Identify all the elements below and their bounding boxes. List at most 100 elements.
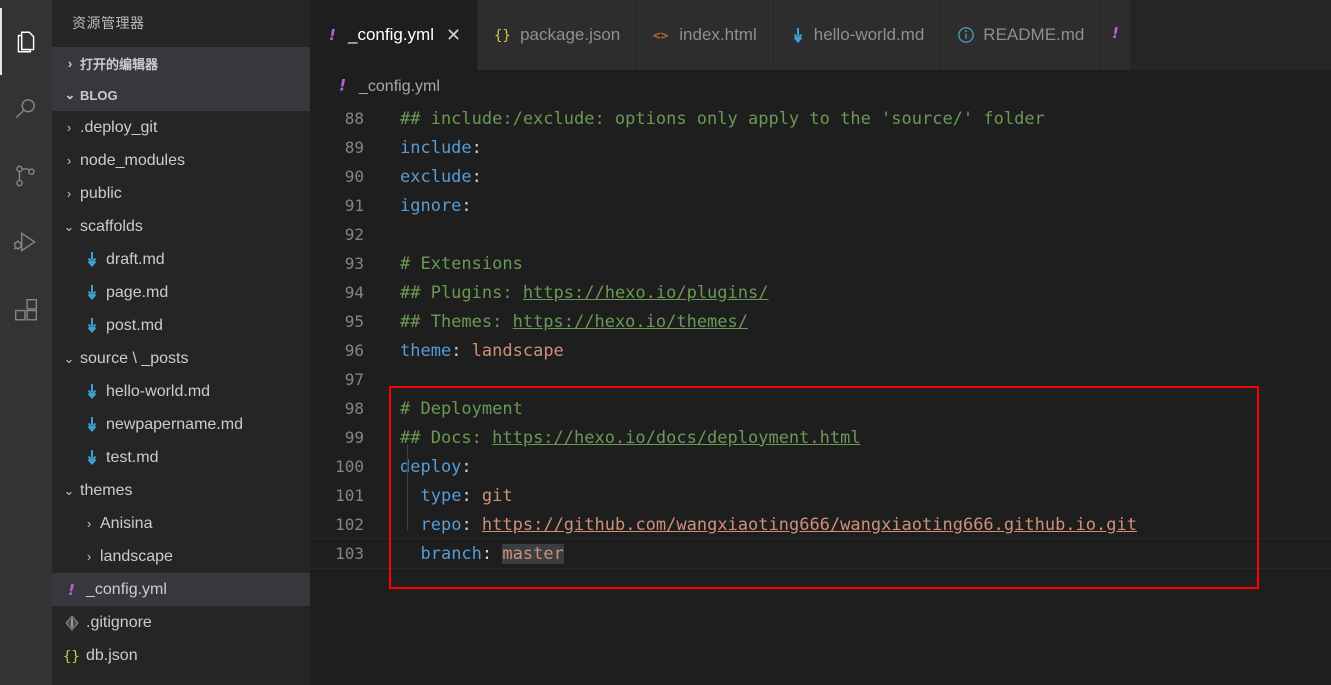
tree-item-themes[interactable]: ⌄themes — [52, 474, 310, 507]
code-token: https://hexo.io/plugins/ — [523, 283, 769, 303]
chevron-down-icon[interactable]: ⌄ — [60, 352, 78, 365]
code-line-103[interactable]: 103 branch: master — [310, 539, 1331, 568]
code-token: ## Docs: — [400, 428, 492, 448]
code-token: type — [420, 486, 461, 506]
search-icon — [13, 96, 39, 122]
code-line-94[interactable]: 94## Plugins: https://hexo.io/plugins/ — [310, 278, 1331, 307]
code-line-102[interactable]: 102 repo: https://github.com/wangxiaotin… — [310, 510, 1331, 539]
code-token: branch — [420, 544, 481, 564]
breadcrumb-label: _config.yml — [359, 78, 440, 96]
tree-item-scaffolds[interactable]: ⌄scaffolds — [52, 210, 310, 243]
activity-item-explorer[interactable] — [0, 8, 52, 75]
tree-item-label: post.md — [104, 317, 163, 335]
code-token: exclude — [400, 167, 472, 187]
tab-_config-yml[interactable]: !_config.yml✕ — [310, 0, 478, 70]
chevron-down-icon[interactable]: ⌄ — [60, 484, 78, 497]
tree-item-test-md[interactable]: test.md — [52, 441, 310, 474]
svg-text:{}: {} — [494, 28, 511, 44]
tab-hello-world-md[interactable]: hello-world.md — [774, 0, 942, 70]
chevron-right-icon[interactable]: › — [60, 121, 78, 134]
tab-package-json[interactable]: {} package.json — [478, 0, 637, 70]
code-line-99[interactable]: 99## Docs: https://hexo.io/docs/deployme… — [310, 423, 1331, 452]
tree-item-public[interactable]: ›public — [52, 177, 310, 210]
tree-item-label: page.md — [104, 284, 168, 302]
activity-item-extensions[interactable] — [0, 276, 52, 343]
code-line-100[interactable]: 100deploy: — [310, 452, 1331, 481]
code-line-88[interactable]: 88## include:/exclude: options only appl… — [310, 104, 1331, 133]
yaml-icon: ! — [1109, 24, 1123, 47]
code-token: : — [482, 544, 502, 564]
code-token: : — [461, 457, 471, 477]
markdown-icon — [80, 449, 104, 466]
tab-label: index.html — [679, 25, 756, 45]
code-line-91[interactable]: 91ignore: — [310, 191, 1331, 220]
json-icon: {} — [494, 26, 512, 44]
code-line-97[interactable]: 97 — [310, 365, 1331, 394]
code-line-96[interactable]: 96theme: landscape — [310, 336, 1331, 365]
tree-item-_config-yml[interactable]: !_config.yml — [52, 573, 310, 606]
svg-text:!: ! — [1112, 24, 1119, 42]
line-number: 91 — [310, 196, 372, 215]
code-line-text: ignore: — [372, 196, 472, 216]
tree-item-post-md[interactable]: post.md — [52, 309, 310, 342]
svg-text:<>: <> — [653, 28, 669, 43]
chevron-right-icon[interactable]: › — [60, 187, 78, 200]
tree-item-draft-md[interactable]: draft.md — [52, 243, 310, 276]
line-number: 89 — [310, 138, 372, 157]
chevron-right-icon[interactable]: › — [60, 154, 78, 167]
line-number: 96 — [310, 341, 372, 360]
tree-item-newpapername-md[interactable]: newpapername.md — [52, 408, 310, 441]
tree-item-label: themes — [78, 482, 132, 500]
chevron-right-icon: › — [60, 56, 80, 71]
activity-item-search[interactable] — [0, 75, 52, 142]
markdown-icon — [80, 251, 104, 268]
tree-item-label: draft.md — [104, 251, 165, 269]
tree-item-source-_posts[interactable]: ⌄source \ _posts — [52, 342, 310, 375]
code-line-text: # Deployment — [372, 399, 523, 419]
section-blog[interactable]: ⌄ BLOG — [52, 79, 310, 111]
close-icon[interactable]: ✕ — [446, 25, 461, 46]
code-token: master — [502, 544, 563, 564]
code-token — [400, 544, 420, 564]
tree-item-anisina[interactable]: ›Anisina — [52, 507, 310, 540]
code-token: # Extensions — [400, 254, 523, 274]
code-line-93[interactable]: 93# Extensions — [310, 249, 1331, 278]
code-editor[interactable]: 88## include:/exclude: options only appl… — [310, 104, 1331, 685]
code-line-89[interactable]: 89include: — [310, 133, 1331, 162]
code-token: : — [461, 515, 481, 535]
code-token: : — [451, 341, 471, 361]
tree-item-node_modules[interactable]: ›node_modules — [52, 144, 310, 177]
tree-item-label: .deploy_git — [78, 119, 157, 137]
explorer-sidebar: 资源管理器 › 打开的编辑器 ⌄ BLOG ›.deploy_git›node_… — [52, 0, 310, 685]
yaml-icon: ! — [60, 581, 84, 599]
code-line-101[interactable]: 101 type: git — [310, 481, 1331, 510]
code-line-92[interactable]: 92 — [310, 220, 1331, 249]
code-line-95[interactable]: 95## Themes: https://hexo.io/themes/ — [310, 307, 1331, 336]
activity-item-source-control[interactable] — [0, 142, 52, 209]
tree-item--gitignore[interactable]: .gitignore — [52, 606, 310, 639]
activity-item-run-and-debug[interactable] — [0, 209, 52, 276]
code-token: https://hexo.io/docs/deployment.html — [492, 428, 860, 448]
tree-item-hello-world-md[interactable]: hello-world.md — [52, 375, 310, 408]
code-line-90[interactable]: 90exclude: — [310, 162, 1331, 191]
tree-item-landscape[interactable]: ›landscape — [52, 540, 310, 573]
tab-readme-md[interactable]: README.md — [941, 0, 1101, 70]
tree-item-page-md[interactable]: page.md — [52, 276, 310, 309]
tree-item--deploy_git[interactable]: ›.deploy_git — [52, 111, 310, 144]
tab-index-html[interactable]: <> index.html — [637, 0, 773, 70]
line-number: 103 — [310, 544, 372, 563]
svg-text:!: ! — [329, 26, 336, 44]
code-line-98[interactable]: 98# Deployment — [310, 394, 1331, 423]
chevron-down-icon[interactable]: ⌄ — [60, 220, 78, 233]
code-token: https://hexo.io/themes/ — [513, 312, 748, 332]
tree-item-label: .gitignore — [84, 614, 152, 632]
tree-item-label: db.json — [84, 647, 138, 665]
breadcrumb[interactable]: ! _config.yml — [310, 70, 1331, 104]
tree-item-db-json[interactable]: {}db.json — [52, 639, 310, 672]
chevron-right-icon[interactable]: › — [80, 550, 98, 563]
code-line-text: ## Docs: https://hexo.io/docs/deployment… — [372, 428, 861, 448]
chevron-right-icon[interactable]: › — [80, 517, 98, 530]
tab-partial-hidden[interactable]: ! — [1101, 0, 1131, 70]
section-open-editors[interactable]: › 打开的编辑器 — [52, 47, 310, 79]
tab-label: package.json — [520, 25, 620, 45]
